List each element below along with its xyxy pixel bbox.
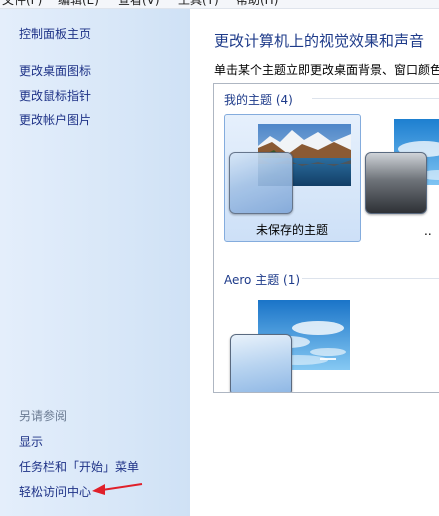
theme-tile-unsaved[interactable]: 未保存的主题 [224, 114, 361, 242]
display-link[interactable]: 显示 [19, 433, 43, 450]
theme-label-second: .. [424, 224, 432, 238]
menu-tools[interactable]: 工具(T) [178, 0, 219, 8]
change-account-picture-link[interactable]: 更改帐户图片 [19, 111, 91, 128]
group-divider [312, 98, 439, 99]
taskbar-start-menu-link[interactable]: 任务栏和「开始」菜单 [19, 458, 139, 475]
change-mouse-pointer-link[interactable]: 更改鼠标指针 [19, 87, 91, 104]
group-divider [302, 278, 439, 279]
theme-list[interactable]: 我的主题 (4) 未保存的主题 .. Aero 主题 (1) [213, 83, 439, 393]
theme-tile-aero[interactable] [224, 294, 359, 392]
window-color-swatch [230, 334, 292, 392]
menu-view[interactable]: 查看(V) [118, 0, 160, 8]
aero-themes-group-header[interactable]: Aero 主题 (1) [224, 271, 300, 288]
my-themes-group-header[interactable]: 我的主题 (4) [224, 91, 293, 108]
menu-file[interactable]: 文件(F) [2, 0, 42, 8]
annotation-arrow-icon [92, 483, 143, 495]
see-also-heading: 另请参阅 [19, 409, 68, 423]
menu-help[interactable]: 帮助(H) [236, 0, 278, 8]
control-panel-home-link[interactable]: 控制面板主页 [19, 25, 91, 42]
page-title: 更改计算机上的视觉效果和声音 [214, 32, 425, 50]
window-color-swatch [365, 152, 427, 214]
theme-label-unsaved: 未保存的主题 [256, 223, 329, 237]
theme-tile-second[interactable]: .. [362, 114, 439, 240]
menu-edit[interactable]: 编辑(E) [58, 0, 99, 8]
menu-bar: 文件(F) 编辑(E) 查看(V) 工具(T) 帮助(H) [0, 0, 439, 9]
change-desktop-icons-link[interactable]: 更改桌面图标 [19, 62, 91, 79]
window-color-swatch [229, 152, 293, 214]
page-description: 单击某个主题立即更改桌面背景、窗口颜色 [214, 63, 439, 77]
ease-of-access-center-link[interactable]: 轻松访问中心 [19, 483, 91, 500]
